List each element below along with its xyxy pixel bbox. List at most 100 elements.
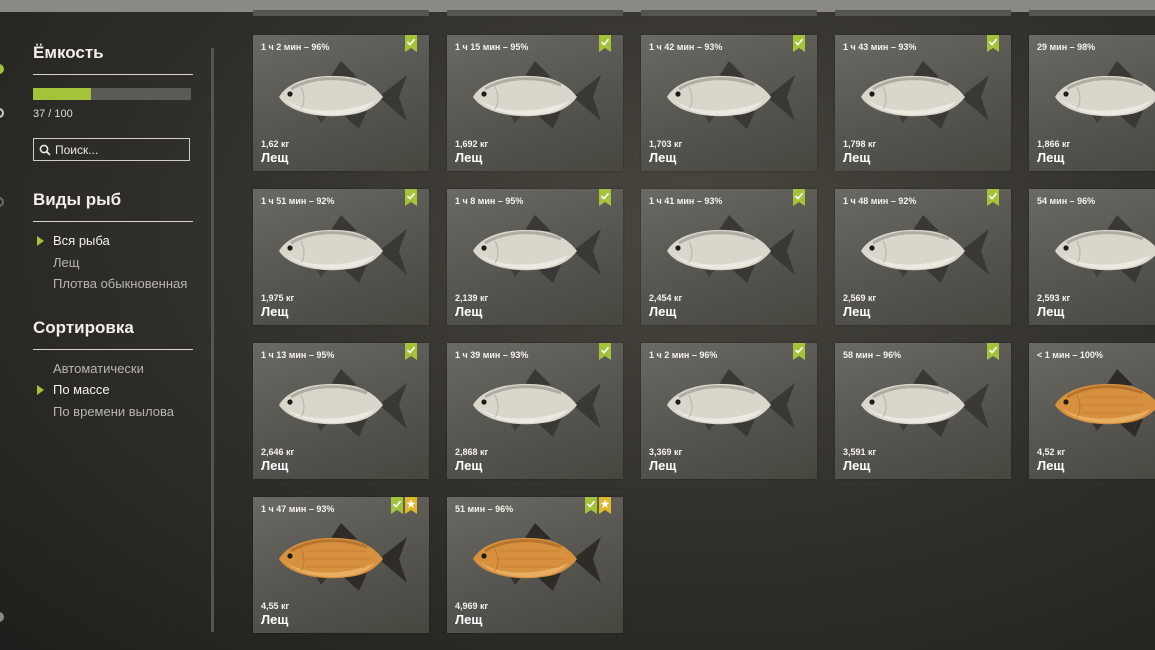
species-title: Виды рыб xyxy=(33,190,122,209)
check-badge-icon xyxy=(585,497,597,514)
fish-catch-time: 58 мин – 96% xyxy=(843,350,902,360)
previous-row-card xyxy=(447,10,623,16)
edge-indicator-active[interactable] xyxy=(0,64,4,74)
species-option-all[interactable]: Вся рыба xyxy=(33,230,193,252)
fish-card[interactable]: 54 мин – 96% 2,593 кг Лещ xyxy=(1029,189,1155,325)
check-badge-icon xyxy=(987,189,999,206)
species-option-label: Вся рыба xyxy=(53,233,110,248)
search-icon xyxy=(39,144,51,156)
fish-card[interactable]: 1 ч 39 мин – 93% 2,868 кг Лещ xyxy=(447,343,623,479)
fish-name: Лещ xyxy=(843,458,871,473)
fish-card[interactable]: 1 ч 42 мин – 93% 1,703 кг Лещ xyxy=(641,35,817,171)
star-badge-icon xyxy=(405,497,417,514)
fish-card[interactable]: 1 ч 41 мин – 93% 2,454 кг Лещ xyxy=(641,189,817,325)
capacity-divider xyxy=(33,74,193,75)
fish-card[interactable]: 1 ч 48 мин – 92% 2,569 кг Лещ xyxy=(835,189,1011,325)
previous-row-card xyxy=(253,10,429,16)
sort-divider xyxy=(33,348,193,350)
bream-fish-icon xyxy=(279,61,407,129)
edge-indicator[interactable] xyxy=(0,197,4,207)
fish-card[interactable]: 1 ч 15 мин – 95% 1,692 кг Лещ xyxy=(447,35,623,171)
fish-card[interactable]: 1 ч 13 мин – 95% 2,646 кг Лещ xyxy=(253,343,429,479)
species-option-bream[interactable]: Лещ xyxy=(33,252,193,274)
capacity-bar-fill xyxy=(33,88,92,100)
fish-card[interactable]: 58 мин – 96% 3,591 кг Лещ xyxy=(835,343,1011,479)
capacity-text: 37 / 100 xyxy=(33,108,73,120)
selected-arrow-icon xyxy=(37,385,44,395)
fish-weight: 2,868 кг xyxy=(455,447,489,457)
fish-weight: 4,52 кг xyxy=(1037,447,1066,457)
fish-card[interactable]: < 1 мин – 100% 4,52 кг Лещ xyxy=(1029,343,1155,479)
fish-name: Лещ xyxy=(261,304,289,319)
fish-catch-time: 1 ч 2 мин – 96% xyxy=(261,42,330,52)
fish-weight: 1,866 кг xyxy=(1037,139,1071,149)
bream-fish-icon xyxy=(279,215,407,283)
fish-weight: 2,139 кг xyxy=(455,293,489,303)
fish-card[interactable]: 29 мин – 98% 1,866 кг Лещ xyxy=(1029,35,1155,171)
search-field[interactable] xyxy=(33,138,190,161)
sort-option-time[interactable]: По времени вылова xyxy=(33,401,193,423)
fish-card[interactable]: 1 ч 47 мин – 93% 4,55 кг Лещ xyxy=(253,497,429,633)
fish-catch-time: 29 мин – 98% xyxy=(1037,42,1096,52)
fish-weight: 1,62 кг xyxy=(261,139,290,149)
fish-card[interactable]: 1 ч 2 мин – 96% 1,62 кг Лещ xyxy=(253,35,429,171)
fish-card[interactable]: 1 ч 2 мин – 96% 3,369 кг Лещ xyxy=(641,343,817,479)
edge-indicator[interactable] xyxy=(0,612,4,622)
bream-fish-icon xyxy=(1055,61,1155,129)
sidebar-divider xyxy=(211,48,214,632)
fish-card[interactable]: 1 ч 51 мин – 92% 1,975 кг Лещ xyxy=(253,189,429,325)
left-edge xyxy=(0,12,6,650)
sort-option-mass[interactable]: По массе xyxy=(33,379,193,401)
edge-indicator[interactable] xyxy=(0,108,4,118)
fish-weight: 3,369 кг xyxy=(649,447,683,457)
fish-name: Лещ xyxy=(455,304,483,319)
check-badge-icon xyxy=(391,497,403,514)
fish-card[interactable]: 51 мин – 96% 4,969 кг Лещ xyxy=(447,497,623,633)
fish-catch-time: 1 ч 39 мин – 93% xyxy=(455,350,529,360)
fish-catch-time: 1 ч 8 мин – 95% xyxy=(455,196,524,206)
fish-name: Лещ xyxy=(455,612,483,627)
fish-weight: 4,969 кг xyxy=(455,601,489,611)
filter-sidebar: Ёмкость 37 / 100 Виды рыб Вся рыба Лещ П… xyxy=(33,40,193,422)
fish-catch-time: 1 ч 15 мин – 95% xyxy=(455,42,529,52)
fish-name: Лещ xyxy=(261,612,289,627)
fish-card[interactable]: 1 ч 8 мин – 95% 2,139 кг Лещ xyxy=(447,189,623,325)
fish-name: Лещ xyxy=(649,458,677,473)
fish-weight: 2,593 кг xyxy=(1037,293,1071,303)
fish-catch-time: 1 ч 41 мин – 93% xyxy=(649,196,723,206)
bream-fish-icon xyxy=(667,369,795,437)
bream-fish-icon xyxy=(473,215,601,283)
fish-weight: 1,692 кг xyxy=(455,139,489,149)
check-badge-icon xyxy=(405,343,417,360)
fish-catch-time: < 1 мин – 100% xyxy=(1037,350,1103,360)
check-badge-icon xyxy=(793,35,805,52)
check-badge-icon xyxy=(987,35,999,52)
fish-weight: 1,703 кг xyxy=(649,139,683,149)
capacity-title: Ёмкость xyxy=(33,43,104,62)
previous-row-card xyxy=(835,10,1011,16)
fish-catch-time: 54 мин – 96% xyxy=(1037,196,1096,206)
fish-weight: 2,646 кг xyxy=(261,447,295,457)
fish-weight: 3,591 кг xyxy=(843,447,877,457)
fish-catch-time: 1 ч 51 мин – 92% xyxy=(261,196,335,206)
golden-bream-fish-icon xyxy=(279,523,407,591)
search-input[interactable] xyxy=(55,142,185,157)
fish-weight: 1,975 кг xyxy=(261,293,295,303)
fish-name: Лещ xyxy=(1037,150,1065,165)
species-option-roach[interactable]: Плотва обыкновенная xyxy=(33,273,193,295)
check-badge-icon xyxy=(987,343,999,360)
fish-card[interactable]: 1 ч 43 мин – 93% 1,798 кг Лещ xyxy=(835,35,1011,171)
fish-weight: 1,798 кг xyxy=(843,139,877,149)
previous-row-card xyxy=(1029,10,1155,16)
sort-option-auto[interactable]: Автоматически xyxy=(33,358,193,380)
check-badge-icon xyxy=(793,343,805,360)
previous-row-card xyxy=(641,10,817,16)
fish-name: Лещ xyxy=(261,458,289,473)
fish-weight: 2,454 кг xyxy=(649,293,683,303)
fish-name: Лещ xyxy=(261,150,289,165)
species-option-label: Лещ xyxy=(53,254,80,270)
species-option-label: Плотва обыкновенная xyxy=(53,276,188,291)
sort-title: Сортировка xyxy=(33,317,134,337)
fish-name: Лещ xyxy=(1037,458,1065,473)
star-badge-icon xyxy=(599,497,611,514)
